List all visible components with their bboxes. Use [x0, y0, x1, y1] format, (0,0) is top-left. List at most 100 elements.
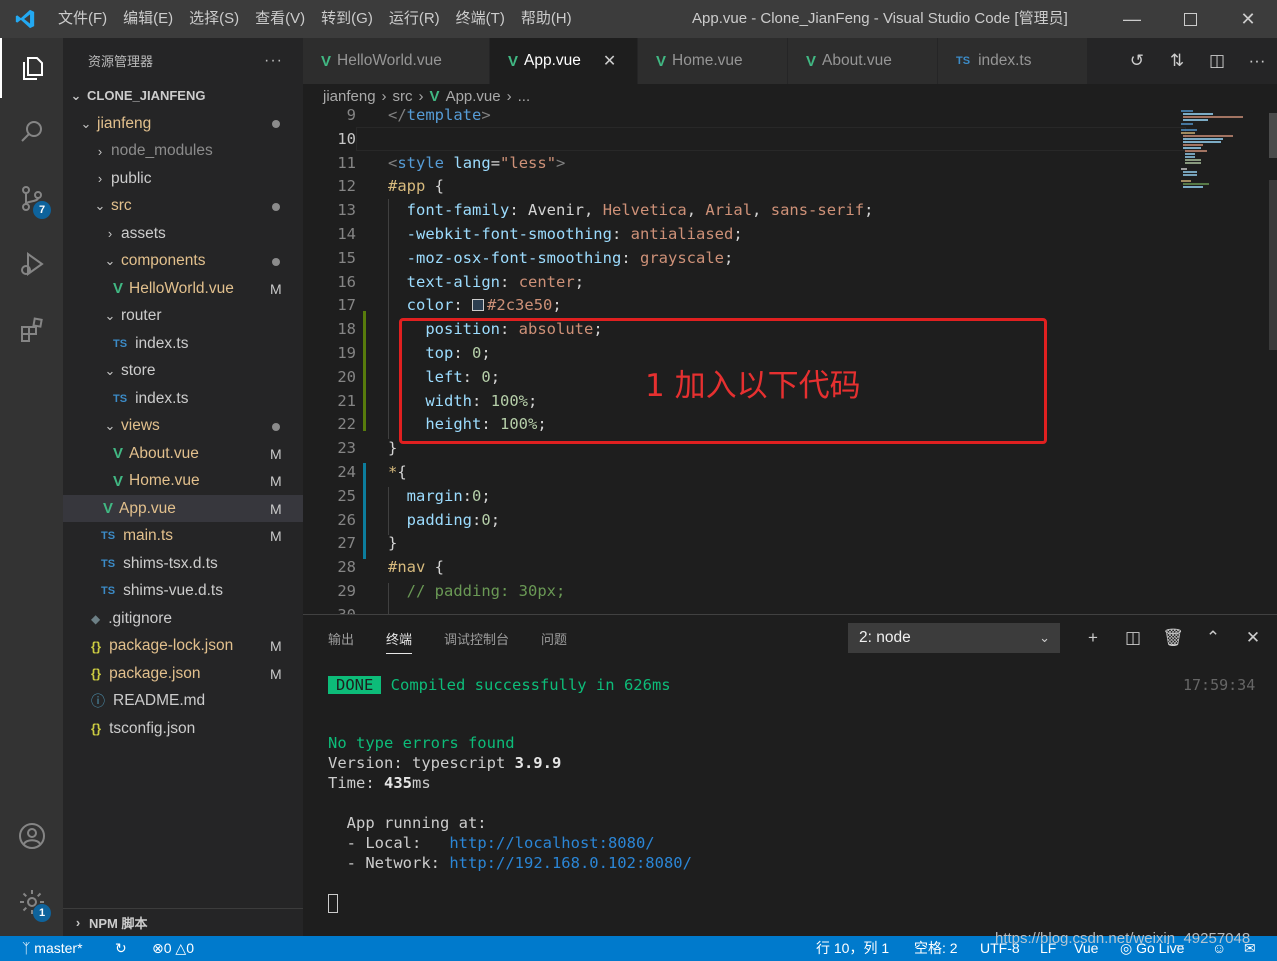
- tree-item[interactable]: TS index.ts: [63, 330, 303, 357]
- panel-tab[interactable]: 终端: [386, 629, 413, 654]
- network-url-link[interactable]: http://192.168.0.102:8080/: [449, 854, 692, 872]
- menu-item[interactable]: 查看(V): [247, 0, 313, 38]
- git-branch-icon: ᛉ: [22, 940, 31, 956]
- tree-item[interactable]: ⌄ views: [63, 413, 303, 440]
- tree-item[interactable]: › public: [63, 165, 303, 192]
- timeline-icon[interactable]: ↺: [1117, 51, 1157, 71]
- code-text: <style lang="less">: [388, 153, 566, 172]
- minimize-button[interactable]: —: [1103, 0, 1161, 38]
- close-window-button[interactable]: ✕: [1219, 0, 1277, 38]
- editor-tab[interactable]: V Home.vue: [638, 38, 788, 84]
- explorer-icon[interactable]: [0, 38, 63, 98]
- more-actions-icon[interactable]: ···: [1237, 51, 1277, 71]
- tree-item[interactable]: ⌄ jianfeng: [63, 110, 303, 137]
- minimap[interactable]: [1173, 108, 1268, 614]
- code-text: -moz-osx-font-smoothing: grayscale;: [406, 248, 734, 267]
- split-editor-icon[interactable]: ◫: [1197, 51, 1237, 71]
- git-status-badge: M: [270, 500, 282, 517]
- chevron-down-icon: ⌄: [104, 308, 116, 323]
- scrollbar-thumb[interactable]: [1269, 113, 1277, 158]
- source-control-icon[interactable]: 7: [0, 168, 63, 228]
- code-editor[interactable]: 9 </template> 10 11 <style lang="less"> 12 #ap…: [303, 108, 1277, 614]
- code-line: 17 color: #2c3e50;: [303, 293, 1173, 317]
- compare-changes-icon[interactable]: ⇅: [1157, 51, 1197, 71]
- editor-tab[interactable]: V HelloWorld.vue: [303, 38, 490, 84]
- vue-file-icon: V: [806, 52, 817, 70]
- typescript-file-icon: TS: [956, 55, 971, 67]
- npm-scripts-section[interactable]: › NPM 脚本: [63, 908, 303, 936]
- maximize-button[interactable]: [1161, 0, 1219, 38]
- editor-tab[interactable]: TS index.ts: [938, 38, 1088, 84]
- run-debug-icon[interactable]: [0, 234, 63, 294]
- account-icon[interactable]: [0, 806, 63, 866]
- editor-tab[interactable]: V About.vue: [788, 38, 938, 84]
- tree-item[interactable]: TS shims-tsx.d.ts: [63, 550, 303, 577]
- tree-item[interactable]: V Home.vue M: [63, 468, 303, 495]
- line-number: 14: [337, 225, 356, 243]
- editor-tab[interactable]: V App.vue ✕: [490, 38, 638, 84]
- panel-tab[interactable]: 输出: [328, 629, 354, 654]
- line-number: 9: [346, 108, 356, 124]
- tree-item[interactable]: ⌄ store: [63, 358, 303, 385]
- menu-item[interactable]: 运行(R): [381, 0, 448, 38]
- tree-item[interactable]: V About.vue M: [63, 440, 303, 467]
- git-status-badge: M: [270, 638, 282, 654]
- typescript-file-icon: TS: [113, 337, 128, 350]
- tree-item[interactable]: {} package-lock.json M: [63, 633, 303, 660]
- search-icon[interactable]: [0, 102, 63, 162]
- tree-item[interactable]: V HelloWorld.vue M: [63, 275, 303, 302]
- breadcrumb-item[interactable]: App.vue: [446, 88, 501, 105]
- tree-item[interactable]: TS main.ts M: [63, 523, 303, 550]
- code-text: font-family: Avenir, Helvetica, Arial, s…: [406, 201, 874, 220]
- tree-item[interactable]: {} package.json M: [63, 660, 303, 687]
- terminal-select[interactable]: 2: node ⌄: [848, 623, 1060, 653]
- explorer-more-icon[interactable]: ···: [264, 52, 283, 70]
- menu-item[interactable]: 终端(T): [448, 0, 513, 38]
- panel-tab[interactable]: 问题: [541, 629, 567, 654]
- window-controls: — ✕: [1103, 0, 1277, 38]
- tree-item[interactable]: ⌄ components: [63, 248, 303, 275]
- close-panel-icon[interactable]: ✕: [1233, 628, 1273, 648]
- chevron-right-icon: ›: [97, 143, 103, 159]
- tree-item[interactable]: ⓘ README.md: [63, 688, 303, 715]
- tree-item[interactable]: ◆ .gitignore: [63, 605, 303, 632]
- tree-item[interactable]: TS shims-vue.d.ts: [63, 578, 303, 605]
- extensions-icon[interactable]: [0, 300, 63, 360]
- tree-item[interactable]: ⌄ router: [63, 303, 303, 330]
- menu-item[interactable]: 转到(G): [313, 0, 381, 38]
- menu-item[interactable]: 编辑(E): [115, 0, 181, 38]
- maximize-panel-icon[interactable]: ⌃: [1193, 628, 1233, 648]
- tree-item[interactable]: TS index.ts: [63, 385, 303, 412]
- tree-item[interactable]: › assets: [63, 220, 303, 247]
- breadcrumb-item[interactable]: src: [393, 88, 413, 105]
- local-url-link[interactable]: http://localhost:8080/: [449, 834, 654, 852]
- new-terminal-icon[interactable]: +: [1073, 628, 1113, 648]
- sync-icon[interactable]: ↻: [115, 936, 127, 961]
- menu-item[interactable]: 文件(F): [50, 0, 115, 38]
- cursor-position[interactable]: 行 10，列 1: [816, 936, 889, 961]
- explorer-title: 资源管理器: [88, 54, 154, 69]
- editor-scrollbar[interactable]: [1268, 108, 1277, 614]
- panel-tab[interactable]: 调试控制台: [444, 629, 509, 654]
- tree-item[interactable]: › node_modules: [63, 138, 303, 165]
- code-line: 29 // padding: 30px;: [303, 579, 1173, 603]
- indentation[interactable]: 空格: 2: [914, 936, 958, 961]
- problems-status[interactable]: ⊗0 △0: [152, 936, 194, 961]
- breadcrumb-item[interactable]: jianfeng: [323, 88, 376, 105]
- branch-status[interactable]: ᛉ master*: [22, 936, 83, 961]
- code-text: -webkit-font-smoothing: antialiased;: [406, 225, 743, 243]
- tree-item[interactable]: {} tsconfig.json: [63, 715, 303, 742]
- chevron-down-icon: ⌄: [80, 115, 92, 131]
- close-tab-icon[interactable]: ✕: [603, 51, 616, 71]
- typescript-file-icon: TS: [113, 392, 128, 405]
- vue-file-icon: V: [113, 280, 124, 297]
- split-terminal-icon[interactable]: ◫: [1113, 628, 1153, 648]
- workspace-root[interactable]: ⌄ CLONE_JIANFENG: [63, 82, 303, 109]
- settings-gear-icon[interactable]: 1: [0, 872, 63, 932]
- breadcrumb-item[interactable]: ...: [518, 88, 531, 105]
- kill-terminal-icon[interactable]: 🗑: [1153, 628, 1193, 648]
- tree-item[interactable]: V App.vue M: [63, 495, 303, 522]
- tree-item-label: .gitignore: [108, 609, 172, 627]
- tree-item[interactable]: ⌄ src: [63, 193, 303, 220]
- menu-item[interactable]: 选择(S): [181, 0, 247, 38]
